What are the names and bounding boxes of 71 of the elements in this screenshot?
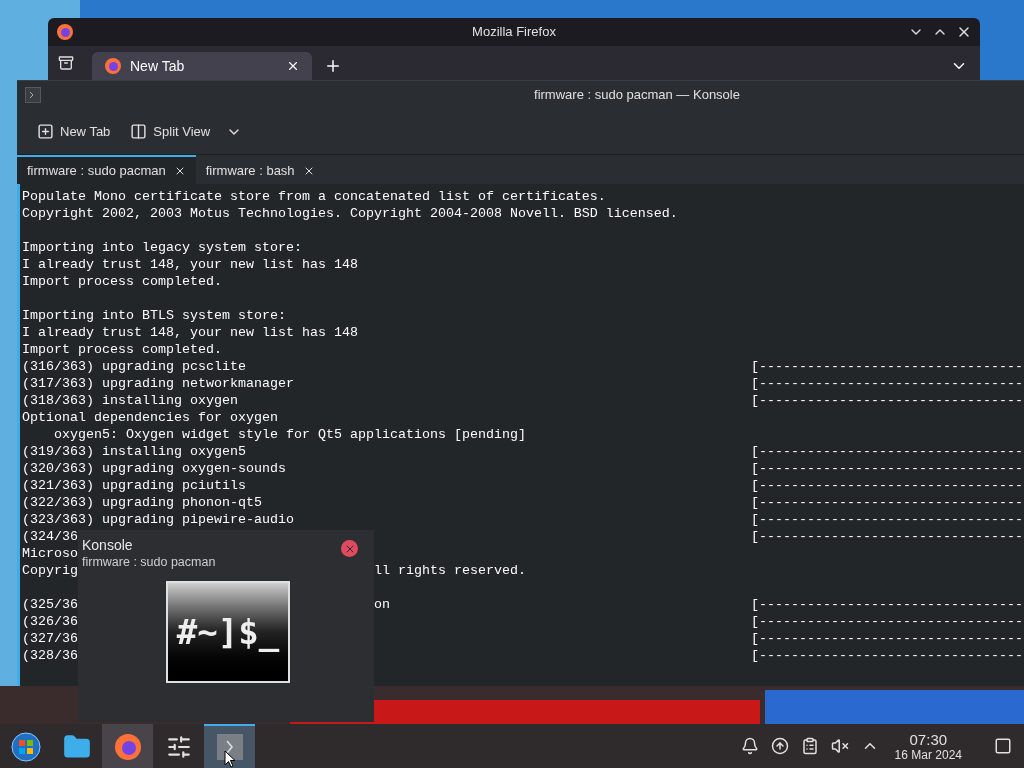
terminal-line: (324/36: [22, 529, 78, 544]
taskbar-item[interactable]: [204, 724, 255, 768]
preview-subtitle: firmware : sudo pacman: [82, 554, 216, 571]
new-tab-button[interactable]: New Tab: [33, 117, 115, 146]
browser-logo-icon: [104, 57, 122, 75]
terminal-line: (325/36: [22, 597, 78, 612]
terminal-line: Populate Mono certificate store from a concatenated list of certificates.: [22, 189, 606, 204]
folder-icon: [62, 733, 91, 761]
terminal-line: ll rights reserved.: [374, 562, 526, 579]
clipboard-icon[interactable]: [800, 737, 819, 755]
close-icon[interactable]: [286, 59, 300, 73]
window-thumbnail[interactable]: #~]$_: [166, 581, 290, 683]
terminal-line: Copyright 2002, 2003 Motus Technologies. Copyright 2004-2008 Novell. BSD licensed.: [22, 206, 678, 221]
progress-text: [---------------------------------: [751, 630, 1023, 647]
terminal-line: Microso: [22, 546, 78, 561]
terminal-line: (326/36: [22, 614, 78, 629]
new-tab-icon[interactable]: [324, 57, 342, 75]
progress-text: [---------------------------------: [751, 443, 1023, 460]
box-icon[interactable]: [58, 55, 74, 71]
terminal-line: Copyrig: [22, 563, 78, 578]
clock-time[interactable]: 07:30: [909, 731, 948, 747]
terminal-line: (321/363) upgrading pciutils: [22, 478, 246, 493]
new-tab-icon: [37, 123, 54, 140]
terminal-line: (323/363) upgrading pipewire-audio: [22, 512, 294, 527]
terminal-line: (316/363) upgrading pcsclite: [22, 359, 246, 374]
terminal-line: on: [374, 596, 390, 613]
progress-text: [---------------------------------: [751, 375, 1023, 392]
terminal-line: (327/36: [22, 631, 78, 646]
mouse-pointer-icon: [224, 750, 236, 768]
terminal-line: (318/363) installing oxygen: [22, 393, 238, 408]
preview-title: Konsole: [82, 536, 134, 554]
terminal-app-icon[interactable]: [25, 87, 41, 103]
update-icon[interactable]: [770, 737, 789, 755]
start-icon: [10, 732, 41, 762]
window-title: Mozilla Firefox: [471, 23, 557, 42]
terminal-icon: [214, 732, 245, 762]
terminal-line: Import process completed.: [22, 274, 222, 289]
bell-icon[interactable]: [740, 737, 759, 755]
terminal-line: (317/363) upgrading networkmanager: [22, 376, 294, 391]
terminal-line: I already trust 148, your new list has 148: [22, 257, 358, 272]
terminal-line: Optional dependencies for oxygen: [22, 410, 278, 425]
browser-logo-icon: [56, 23, 74, 41]
browser-tab[interactable]: New Tab: [92, 52, 312, 80]
muted-speaker-icon[interactable]: [830, 737, 849, 755]
columns-icon: [130, 123, 148, 140]
split-view-button[interactable]: Split View: [126, 117, 215, 146]
sliders-icon: [165, 734, 192, 760]
window-title: firmware : sudo pacman — Konsole: [533, 86, 741, 105]
progress-text: [---------------------------------: [751, 647, 1023, 664]
progress-text: [---------------------------------: [751, 528, 1023, 545]
terminal-line: (322/363) upgrading phonon-qt5: [22, 495, 262, 510]
progress-text: [---------------------------------: [751, 613, 1023, 630]
browser-logo-icon: [112, 732, 143, 762]
terminal-line: (328/36: [22, 648, 78, 663]
progress-text: [---------------------------------: [751, 511, 1023, 528]
progress-text: [---------------------------------: [751, 494, 1023, 511]
progress-text: [---------------------------------: [751, 596, 1023, 613]
terminal-tab[interactable]: firmware : sudo pacman: [17, 155, 196, 184]
progress-text: [---------------------------------: [751, 392, 1023, 409]
terminal-line: oxygen5: Oxygen widget style for Qt5 applications [pending]: [53, 427, 526, 442]
show-desktop-icon[interactable]: [994, 737, 1012, 755]
terminal-line: I already trust 148, your new list has 148: [22, 325, 358, 340]
terminal-line: Importing into legacy system store:: [22, 240, 302, 255]
progress-text: [---------------------------------: [751, 477, 1023, 494]
terminal-line: (320/363) upgrading oxygen-sounds: [22, 461, 286, 476]
progress-text: [---------------------------------: [751, 358, 1023, 375]
clock-date[interactable]: 16 Mar 2024: [894, 748, 962, 761]
terminal-line: Import process completed.: [22, 342, 222, 357]
terminal-line: (319/363) installing oxygen5: [22, 444, 246, 459]
terminal-line: Importing into BTLS system store:: [22, 308, 286, 323]
progress-text: [---------------------------------: [751, 460, 1023, 477]
